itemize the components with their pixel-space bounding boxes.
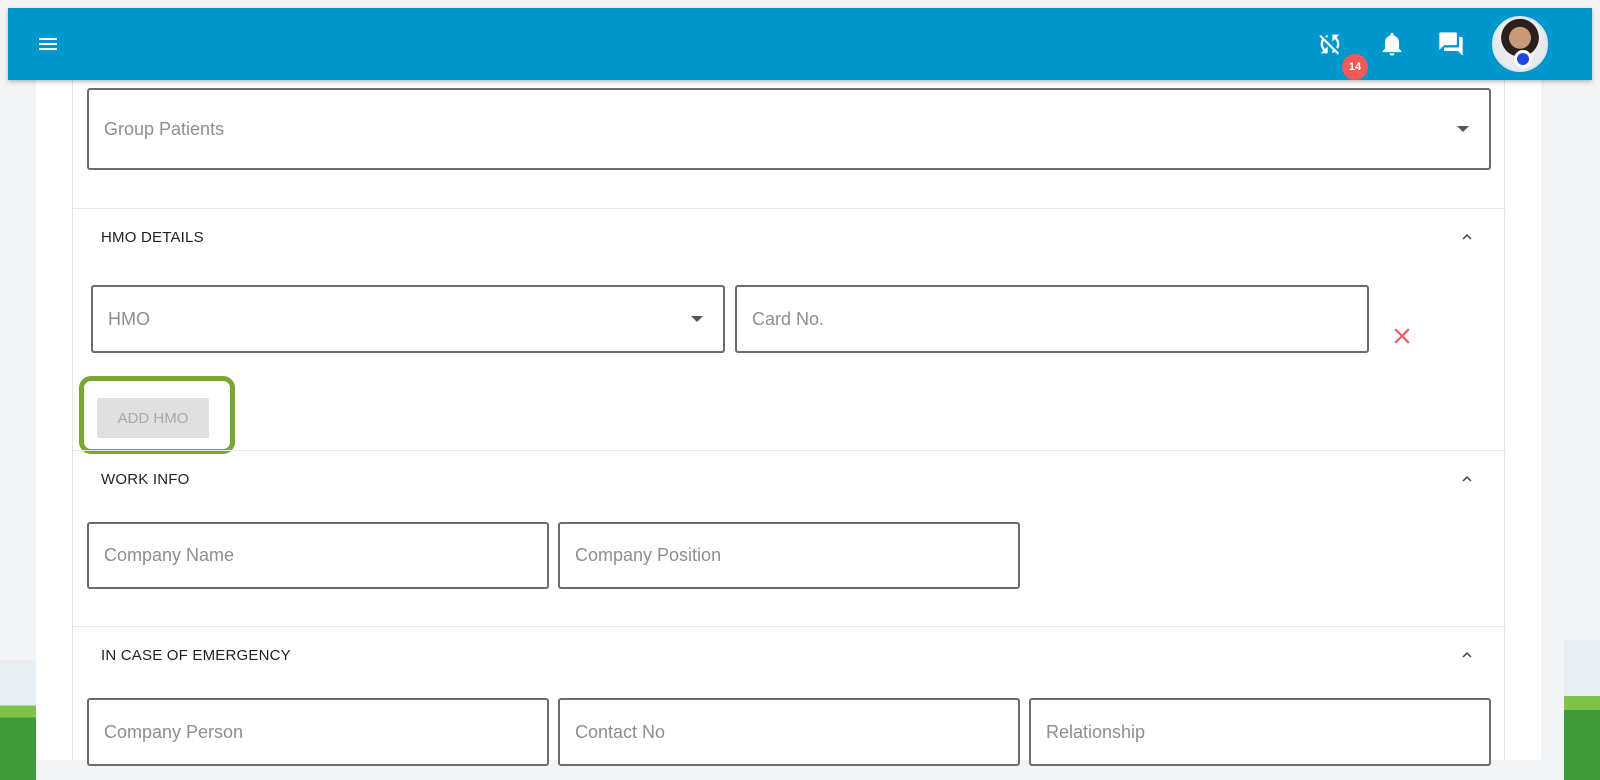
background-scenery-right	[1564, 640, 1600, 780]
dropdown-arrow-icon	[1457, 126, 1469, 132]
company-position-input[interactable]: Company Position	[558, 522, 1020, 589]
company-name-input[interactable]: Company Name	[87, 522, 549, 589]
hmo-select-label: HMO	[108, 308, 150, 329]
emergency-heading: IN CASE OF EMERGENCY	[101, 647, 291, 664]
contact-no-input[interactable]: Contact No	[558, 698, 1020, 766]
company-name-placeholder: Company Name	[104, 545, 235, 565]
bell-icon[interactable]	[1378, 30, 1406, 58]
chevron-up-icon[interactable]	[1458, 228, 1476, 246]
work-info-heading: WORK INFO	[101, 471, 190, 488]
card-no-input[interactable]: Card No.	[735, 285, 1369, 353]
group-patients-select[interactable]: Group Patients	[87, 88, 1491, 170]
company-person-input[interactable]: Company Person	[87, 698, 549, 766]
menu-icon[interactable]	[36, 32, 60, 56]
dropdown-arrow-icon	[691, 316, 703, 322]
hmo-details-heading: HMO DETAILS	[101, 229, 204, 246]
card-no-placeholder: Card No.	[752, 308, 825, 329]
section-divider	[73, 208, 1506, 209]
notification-badge: 14	[1342, 54, 1368, 80]
form-sheet: Group Patients HMO DETAILS HMO Card No. …	[36, 80, 1541, 766]
background-scenery-left	[0, 660, 36, 780]
section-divider	[73, 450, 1506, 451]
contact-no-placeholder: Contact No	[575, 721, 666, 742]
add-hmo-button[interactable]: ADD HMO	[97, 398, 209, 438]
close-icon[interactable]	[1389, 323, 1415, 349]
company-position-placeholder: Company Position	[575, 545, 722, 565]
sync-off-icon[interactable]	[1316, 30, 1344, 58]
chevron-up-icon[interactable]	[1458, 470, 1476, 488]
form-card: Group Patients HMO DETAILS HMO Card No. …	[72, 80, 1506, 766]
online-status-dot	[1514, 50, 1532, 68]
hmo-select[interactable]: HMO	[91, 285, 725, 353]
group-patients-placeholder: Group Patients	[104, 118, 225, 139]
chat-icon[interactable]	[1437, 30, 1465, 58]
section-divider	[73, 626, 1506, 627]
relationship-input[interactable]: Relationship	[1029, 698, 1491, 766]
company-person-placeholder: Company Person	[104, 721, 244, 742]
chevron-up-icon[interactable]	[1458, 646, 1476, 664]
relationship-placeholder: Relationship	[1046, 721, 1146, 742]
